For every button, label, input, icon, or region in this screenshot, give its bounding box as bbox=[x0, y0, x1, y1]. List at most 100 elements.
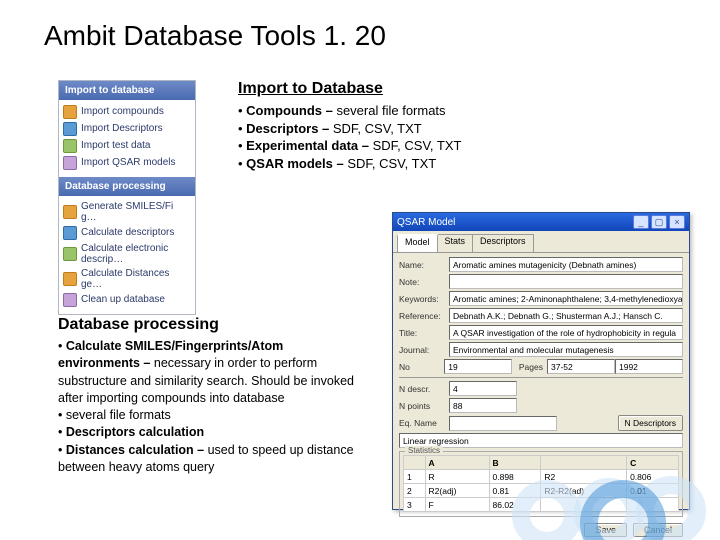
item-icon bbox=[63, 139, 77, 153]
npoints-label: N points bbox=[399, 401, 449, 411]
field-label: Note: bbox=[399, 277, 449, 287]
sidebar-item[interactable]: Calculate electronic descrip… bbox=[63, 241, 191, 266]
cell: F bbox=[425, 498, 489, 512]
tab-stats[interactable]: Stats bbox=[437, 234, 474, 252]
field-label: Journal: bbox=[399, 345, 449, 355]
slide: Ambit Database Tools 1. 20 Import to dat… bbox=[0, 0, 720, 540]
bullet-line: • several file formats bbox=[58, 407, 354, 424]
col-head bbox=[404, 456, 426, 470]
item-label: Calculate descriptors bbox=[81, 227, 174, 238]
pub-pages-label: Pages bbox=[512, 362, 547, 372]
sidebar-item[interactable]: Calculate descriptors bbox=[63, 224, 191, 241]
eqname-field[interactable] bbox=[449, 416, 557, 431]
table-row: 2R2(adj)0.81R2-R2(ad)0.01 bbox=[404, 484, 679, 498]
item-icon bbox=[63, 226, 77, 240]
qsar-body: Name:Aromatic amines mutagenicity (Debna… bbox=[393, 253, 689, 519]
sidebar-item[interactable]: Import test data bbox=[63, 137, 191, 154]
cancel-button[interactable]: Cancel bbox=[633, 523, 683, 537]
item-icon bbox=[63, 272, 77, 286]
cell: 0.01 bbox=[627, 484, 679, 498]
bullet-line: • Descriptors calculation bbox=[58, 424, 354, 441]
minimize-icon[interactable]: _ bbox=[633, 215, 649, 229]
item-icon bbox=[63, 122, 77, 136]
item-icon bbox=[63, 205, 77, 219]
cell: 86.02 bbox=[489, 498, 541, 512]
section-processing-head: Database processing bbox=[58, 316, 219, 334]
bullet-line: • Calculate SMILES/Fingerprints/Atom env… bbox=[58, 338, 354, 407]
sidebar-item[interactable]: Generate SMILES/Fi g… bbox=[63, 199, 191, 224]
item-icon bbox=[63, 105, 77, 119]
page-title: Ambit Database Tools 1. 20 bbox=[44, 20, 386, 52]
bullet-line: • Experimental data – SDF, CSV, TXT bbox=[238, 137, 461, 155]
cell: 1 bbox=[404, 470, 426, 484]
pub-pages-field[interactable]: 37-52 bbox=[547, 359, 615, 374]
col-head: C bbox=[627, 456, 679, 470]
cell: 0.806 bbox=[627, 470, 679, 484]
field-value[interactable] bbox=[449, 274, 683, 289]
item-label: Import test data bbox=[81, 140, 150, 151]
pub-year-field[interactable]: 1992 bbox=[615, 359, 683, 374]
ndesc-field[interactable]: 4 bbox=[449, 381, 517, 396]
sidebar-item[interactable]: Clean up database bbox=[63, 291, 191, 308]
tab-model[interactable]: Model bbox=[397, 234, 438, 252]
ndescriptors-button[interactable]: N Descriptors bbox=[618, 415, 683, 431]
cell: R2(adj) bbox=[425, 484, 489, 498]
sidebar-item[interactable]: Import Descriptors bbox=[63, 120, 191, 137]
cell: R bbox=[425, 470, 489, 484]
field-value[interactable]: Aromatic amines mutagenicity (Debnath am… bbox=[449, 257, 683, 272]
bullet-line: • QSAR models – SDF, CSV, TXT bbox=[238, 155, 461, 173]
col-head: A bbox=[425, 456, 489, 470]
cell bbox=[541, 498, 627, 512]
item-icon bbox=[63, 293, 77, 307]
save-button[interactable]: Save bbox=[584, 523, 627, 537]
item-label: Calculate electronic descrip… bbox=[81, 243, 191, 265]
cell: 0.898 bbox=[489, 470, 541, 484]
cell: R2 bbox=[541, 470, 627, 484]
pub-no-field[interactable]: 19 bbox=[444, 359, 512, 374]
section-import-head: Import to Database bbox=[238, 80, 383, 98]
item-icon bbox=[63, 247, 77, 261]
item-label: Import Descriptors bbox=[81, 123, 163, 134]
qsar-titlebar[interactable]: QSAR Model _ ▢ × bbox=[393, 213, 689, 231]
col-head bbox=[541, 456, 627, 470]
pub-no-label: No bbox=[399, 362, 444, 372]
sidebar-item[interactable]: Import compounds bbox=[63, 103, 191, 120]
sidebar-item[interactable]: Import QSAR models bbox=[63, 154, 191, 171]
item-label: Import compounds bbox=[81, 106, 164, 117]
close-icon[interactable]: × bbox=[669, 215, 685, 229]
col-head: B bbox=[489, 456, 541, 470]
field-label: Reference: bbox=[399, 311, 449, 321]
qsar-window: QSAR Model _ ▢ × Model Stats Descriptors… bbox=[392, 212, 690, 510]
panel-head-import: Import to database bbox=[59, 81, 195, 100]
qsar-title-text: QSAR Model bbox=[397, 217, 455, 228]
tab-descriptors[interactable]: Descriptors bbox=[472, 234, 534, 252]
field-value[interactable]: Aromatic amines; 2-Aminonaphthalene; 3,4… bbox=[449, 291, 683, 306]
sidebar-item[interactable]: Calculate Distances ge… bbox=[63, 266, 191, 291]
cell: 0.81 bbox=[489, 484, 541, 498]
stats-block-title: Statistics bbox=[405, 446, 443, 455]
item-label: Generate SMILES/Fi g… bbox=[81, 201, 191, 223]
item-label: Clean up database bbox=[81, 294, 165, 305]
item-label: Calculate Distances ge… bbox=[81, 268, 191, 290]
item-label: Import QSAR models bbox=[81, 157, 175, 168]
bullet-line: • Distances calculation – used to speed … bbox=[58, 442, 354, 477]
cell: R2-R2(ad) bbox=[541, 484, 627, 498]
bullet-line: • Compounds – several file formats bbox=[238, 102, 461, 120]
field-value[interactable]: A QSAR investigation of the role of hydr… bbox=[449, 325, 683, 340]
maximize-icon[interactable]: ▢ bbox=[651, 215, 667, 229]
panel-head-processing: Database processing bbox=[59, 177, 195, 196]
field-label: Title: bbox=[399, 328, 449, 338]
table-row: 1R0.898R20.806 bbox=[404, 470, 679, 484]
field-label: Keywords: bbox=[399, 294, 449, 304]
tools-panel: Import to database Import compounds Impor… bbox=[58, 80, 196, 315]
stats-block: Statistics ABC1R0.898R20.8062R2(adj)0.81… bbox=[399, 451, 683, 517]
item-icon bbox=[63, 156, 77, 170]
cell: 3 bbox=[404, 498, 426, 512]
field-value[interactable]: Debnath A.K.; Debnath G.; Shusterman A.J… bbox=[449, 308, 683, 323]
npoints-field[interactable]: 88 bbox=[449, 398, 517, 413]
section-processing-body: • Calculate SMILES/Fingerprints/Atom env… bbox=[58, 338, 354, 476]
cell bbox=[627, 498, 679, 512]
eqname-label: Eq. Name bbox=[399, 418, 449, 428]
section-import-body: • Compounds – several file formats• Desc… bbox=[238, 102, 461, 172]
field-value[interactable]: Environmental and molecular mutagenesis bbox=[449, 342, 683, 357]
